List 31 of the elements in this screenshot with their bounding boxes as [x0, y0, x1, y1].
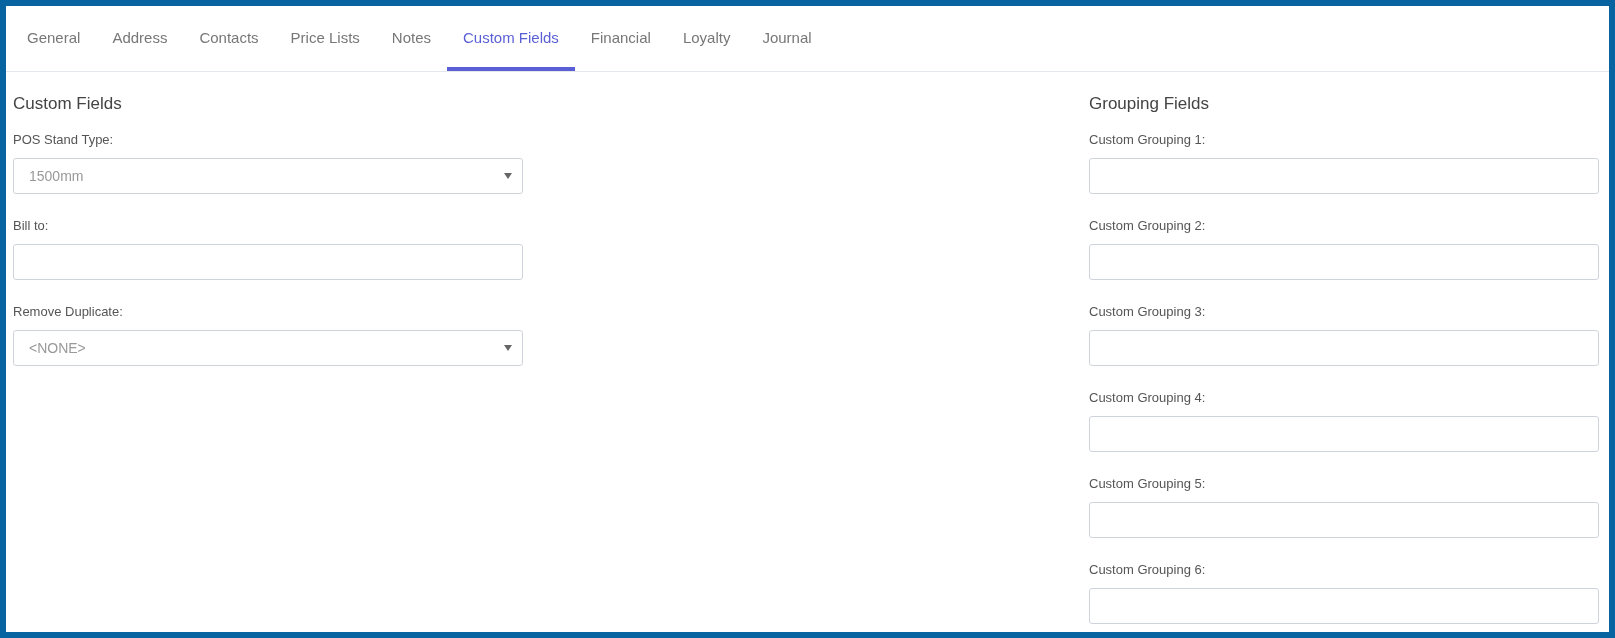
field-label: Custom Grouping 2:: [1089, 217, 1207, 235]
input-field[interactable]: [1089, 158, 1599, 194]
field-label: Bill to:: [13, 217, 50, 235]
caret-icon: [504, 345, 512, 351]
tab[interactable]: Price Lists: [274, 6, 376, 71]
tab[interactable]: Address: [96, 6, 184, 71]
tab[interactable]: Financial: [574, 6, 667, 71]
field-label: Custom Grouping 1:: [1089, 131, 1207, 149]
input-field[interactable]: [1089, 588, 1599, 624]
tab[interactable]: Notes: [375, 6, 447, 71]
field-label: Remove Duplicate:: [13, 303, 124, 321]
select-field[interactable]: 1500mm: [13, 158, 523, 194]
input-field[interactable]: [1089, 502, 1599, 538]
input-field[interactable]: [1089, 416, 1599, 452]
section-heading: Custom Fields: [13, 93, 123, 115]
select-field[interactable]: <NONE>: [13, 330, 523, 366]
field-label: Custom Grouping 3:: [1089, 303, 1207, 321]
input-field[interactable]: [1089, 330, 1599, 366]
section-heading: Grouping Fields: [1089, 93, 1210, 115]
tab[interactable]: General: [11, 6, 97, 71]
tab[interactable]: Custom Fields: [447, 6, 575, 71]
input-field[interactable]: [1089, 244, 1599, 280]
tab[interactable]: Loyalty: [666, 6, 747, 71]
caret-icon: [504, 173, 512, 179]
tab[interactable]: Journal: [746, 6, 828, 71]
field-label: Custom Grouping 4:: [1089, 389, 1207, 407]
tab[interactable]: Contacts: [183, 6, 275, 71]
field-label: Custom Grouping 6:: [1089, 561, 1207, 579]
input-field[interactable]: [13, 244, 523, 280]
field-label: Custom Grouping 5:: [1089, 475, 1207, 493]
field-label: POS Stand Type:: [13, 131, 115, 149]
